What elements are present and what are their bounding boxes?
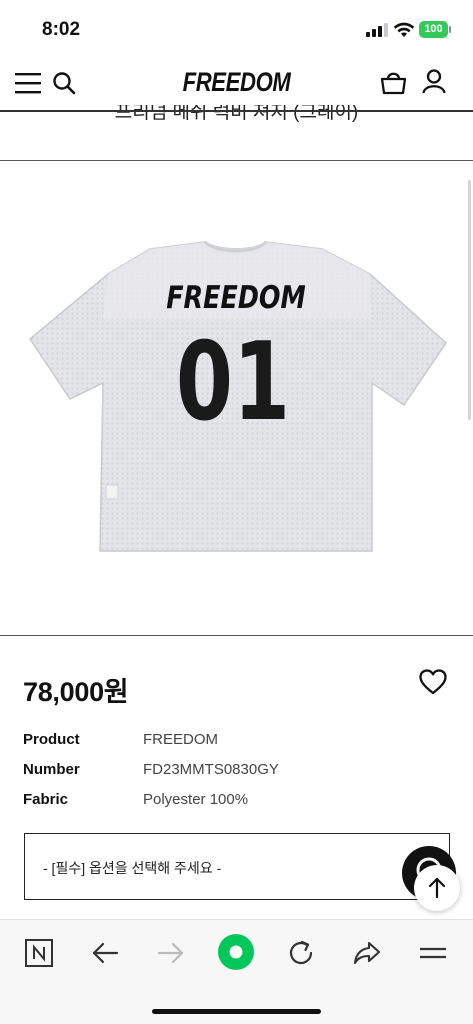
spec-row-number: Number FD23MMTS0830GY <box>23 761 443 783</box>
site-header: FREEDOM <box>0 58 473 110</box>
forward-icon[interactable] <box>156 938 186 968</box>
heart-icon[interactable] <box>419 669 447 695</box>
refresh-icon[interactable] <box>286 938 316 968</box>
spec-value: FREEDOM <box>143 731 218 748</box>
cellular-signal-icon <box>366 23 388 37</box>
wifi-icon <box>393 22 415 37</box>
jersey-number: 01 <box>176 319 290 445</box>
more-menu-icon[interactable] <box>418 938 448 968</box>
product-price: 78,000원 <box>23 677 129 707</box>
back-icon[interactable] <box>90 938 120 968</box>
spec-value: FD23MMTS0830GY <box>143 761 279 778</box>
spec-row-fabric: Fabric Polyester 100% <box>23 791 443 813</box>
option-placeholder: - [필수] 옵션을 선택해 주세요 - <box>43 860 222 876</box>
product-title-text: 프리덤 메쉬 럭비 져지 (그레이) <box>114 105 359 123</box>
jersey-illustration: FREEDOM 01 <box>29 240 447 552</box>
menu-icon[interactable] <box>15 72 41 94</box>
spec-row-product: Product FREEDOM <box>23 731 443 753</box>
arrow-up-icon <box>428 877 446 899</box>
naver-home-icon[interactable] <box>24 938 54 968</box>
option-select[interactable]: - [필수] 옵션을 선택해 주세요 - <box>24 833 450 900</box>
green-dot-icon[interactable] <box>217 933 255 971</box>
image-divider <box>0 635 473 636</box>
spec-label: Product <box>23 731 80 748</box>
scroll-indicator[interactable] <box>468 180 471 420</box>
product-image[interactable]: FREEDOM 01 <box>0 161 473 635</box>
battery-cap <box>449 26 451 33</box>
spec-label: Number <box>23 761 80 778</box>
battery-indicator: 100 <box>419 21 451 38</box>
spec-label: Fabric <box>23 791 69 808</box>
spec-value: Polyester 100% <box>143 791 249 808</box>
jersey-brand-text: FREEDOM <box>166 280 306 316</box>
battery-level: 100 <box>419 21 448 38</box>
user-icon[interactable] <box>422 69 446 94</box>
product-title: 프리덤 메쉬 럭비 져지 (그레이) <box>0 105 473 129</box>
share-icon[interactable] <box>352 938 382 968</box>
scroll-top-button[interactable] <box>414 865 460 911</box>
site-logo[interactable]: FREEDOM <box>43 67 431 98</box>
status-time: 8:02 <box>42 19 81 40</box>
bag-icon[interactable] <box>380 69 407 95</box>
home-indicator <box>152 1009 321 1014</box>
status-bar: 8:02 100 <box>0 0 473 58</box>
header-divider <box>0 110 473 112</box>
